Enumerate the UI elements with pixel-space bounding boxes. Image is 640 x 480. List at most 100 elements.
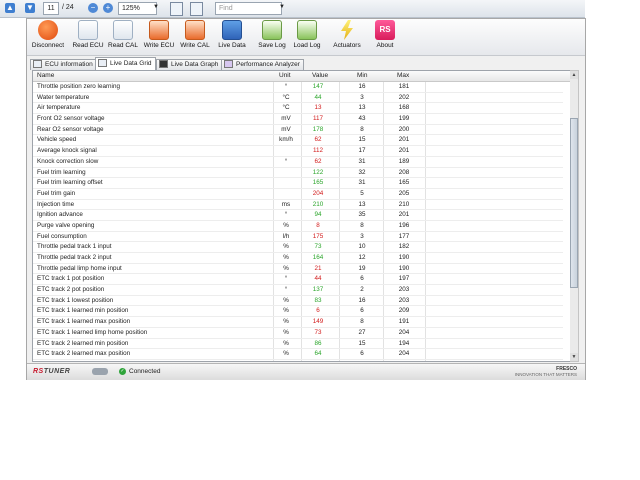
- table-row[interactable]: Air temperature °C 13 13 168: [33, 103, 563, 115]
- cell-value: 86: [314, 339, 322, 347]
- cell-max: 190: [398, 254, 410, 261]
- table-row[interactable]: Vehicle speed km/h 62 15 201: [33, 135, 563, 147]
- cell-unit: ms: [281, 200, 291, 208]
- scroll-up-icon[interactable]: ▲: [570, 71, 578, 79]
- fit-page-icon[interactable]: [170, 2, 183, 16]
- zoom-dropdown-icon[interactable]: ▼: [153, 4, 159, 10]
- table-row[interactable]: ETC track 1 lowest position% 83 16 203: [33, 296, 563, 307]
- write-cal-button[interactable]: Write CAL: [178, 20, 212, 54]
- lightning-icon: [341, 20, 353, 40]
- column-header-value[interactable]: Value: [312, 71, 328, 81]
- cell-min: 8: [360, 125, 364, 133]
- tab-label: Performance Analyzer: [236, 61, 300, 68]
- column-header-max[interactable]: Max: [397, 71, 409, 81]
- table-row[interactable]: Injection time ms 210 13 210: [33, 200, 563, 211]
- cell-name: ETC track 1 learned limp home position: [37, 328, 148, 336]
- table-row[interactable]: Rear O2 sensor voltage mV 178 8 200: [33, 125, 563, 136]
- table-row[interactable]: Water temperature °C 44 3 202: [33, 93, 563, 104]
- cell-min: 13: [358, 200, 366, 208]
- zoom-in-icon[interactable]: +: [103, 3, 113, 13]
- cell-unit: %: [283, 264, 289, 272]
- page-number-input[interactable]: 11: [43, 2, 59, 15]
- scroll-down-icon[interactable]: ▼: [570, 353, 578, 361]
- full-screen-icon[interactable]: [190, 2, 203, 16]
- table-row[interactable]: Throttle position zero learning ° 147 16 181: [33, 82, 563, 93]
- table-row[interactable]: ETC track 2 learned min position% 86 15 194: [33, 339, 563, 350]
- table-row[interactable]: Average knock signal 112 17 201: [33, 146, 563, 157]
- cell-unit: °: [284, 275, 288, 283]
- cell-min: 2: [360, 286, 364, 294]
- cell-name: ETC track 2 learned max position: [37, 350, 131, 358]
- save-log-button[interactable]: Save Log: [256, 20, 288, 54]
- table-row[interactable]: ETC track 2 learned limp home position% 8…: [33, 360, 563, 362]
- cell-unit: °: [284, 157, 288, 165]
- cell-max: 204: [398, 328, 410, 336]
- table-row[interactable]: Fuel trim gain 204 5 205: [33, 189, 563, 200]
- write-ecu-button[interactable]: Write ECU: [142, 20, 176, 54]
- cell-unit: l/h: [282, 232, 290, 240]
- table-row[interactable]: Fuel consumption l/h 175 3 177: [33, 232, 563, 243]
- table-row[interactable]: Knock correction slow ° 62 31 189: [33, 157, 563, 168]
- zoom-select[interactable]: 125%: [118, 2, 157, 15]
- write-cal-label: Write CAL: [180, 42, 210, 49]
- about-button[interactable]: RS About: [371, 20, 399, 54]
- write-ecu-icon: [149, 20, 169, 40]
- live-data-button[interactable]: Live Data: [217, 20, 247, 54]
- tab-live-data-graph[interactable]: Live Data Graph: [156, 59, 223, 70]
- grid-scrollbar[interactable]: ▲ ▼: [570, 70, 579, 362]
- cell-max: 194: [398, 339, 410, 347]
- find-dropdown-icon[interactable]: ▼: [279, 4, 285, 10]
- actuators-button[interactable]: Actuators: [331, 20, 363, 54]
- read-ecu-button[interactable]: Read ECU: [71, 20, 105, 54]
- check-icon: ✓: [119, 368, 126, 375]
- cell-unit: %: [283, 221, 289, 229]
- cell-name: Fuel trim gain: [37, 189, 76, 197]
- table-row[interactable]: ETC track 1 learned limp home position% 7…: [33, 328, 563, 339]
- find-input[interactable]: Find: [215, 2, 282, 15]
- table-row[interactable]: ETC track 1 pot position ° 44 6 197: [33, 274, 563, 286]
- grid-body: Throttle position zero learning ° 147 16 181…: [33, 82, 563, 362]
- arrow-up-icon[interactable]: ▲: [5, 3, 15, 13]
- cell-min: 3: [360, 232, 364, 240]
- cell-value: 147: [312, 83, 324, 90]
- table-row[interactable]: Throttle pedal track 1 input% 73 10 182: [33, 242, 563, 253]
- cell-max: 201: [398, 147, 410, 155]
- cell-value: 73: [314, 328, 322, 336]
- table-row[interactable]: ETC track 1 learned max position% 149 8 191: [33, 317, 563, 328]
- cell-name: ETC track 1 learned max position: [37, 318, 131, 326]
- brand-logo: FRESCO INNOVATION THAT MATTERS: [514, 366, 577, 378]
- load-log-button[interactable]: Load Log: [291, 20, 323, 54]
- column-header-unit[interactable]: Unit: [279, 71, 291, 81]
- cell-value: 112: [312, 147, 324, 155]
- table-row[interactable]: Fuel trim learning offset 165 31 165: [33, 178, 563, 189]
- tab-performance-analyzer[interactable]: Performance Analyzer: [221, 59, 304, 70]
- tab-ecu-information[interactable]: ECU information: [30, 59, 97, 70]
- table-row[interactable]: ETC track 1 learned min position% 6 6 209: [33, 306, 563, 318]
- table-row[interactable]: Ignition advance ° 94 35 201: [33, 210, 563, 221]
- cell-min: 13: [358, 104, 366, 112]
- zoom-out-icon[interactable]: −: [88, 3, 98, 13]
- cell-value: 83: [314, 296, 322, 304]
- column-header-min[interactable]: Min: [357, 71, 367, 81]
- column-header-name[interactable]: Name: [37, 71, 54, 81]
- table-row[interactable]: Purge valve opening% 8 8 196: [33, 221, 563, 232]
- table-row[interactable]: Throttle pedal track 2 input% 164 12 190: [33, 253, 563, 264]
- table-row[interactable]: Throttle pedal limp home input% 21 19 190: [33, 264, 563, 275]
- cell-value: 8: [303, 360, 333, 362]
- cell-max: 199: [398, 115, 410, 123]
- scrollbar-thumb[interactable]: [570, 118, 578, 288]
- grid-icon: [98, 59, 107, 68]
- tab-live-data-grid[interactable]: Live Data Grid: [95, 57, 156, 70]
- table-row[interactable]: ETC track 2 learned max position% 64 6 204: [33, 349, 563, 360]
- table-row[interactable]: Fuel trim learning 122 32 208: [33, 168, 563, 179]
- disconnect-icon: [38, 20, 58, 40]
- cell-name: Water temperature: [37, 93, 90, 101]
- write-cal-icon: [185, 20, 205, 40]
- disconnect-button[interactable]: Disconnect: [31, 20, 65, 54]
- cell-value: 62: [314, 136, 322, 144]
- table-row[interactable]: Front O2 sensor voltage mV 117 43 199: [33, 114, 563, 125]
- arrow-down-icon[interactable]: ▼: [25, 3, 35, 13]
- read-cal-button[interactable]: Read CAL: [107, 20, 139, 54]
- table-row[interactable]: ETC track 2 pot position ° 137 2 203: [33, 285, 563, 296]
- cell-min: 1: [347, 360, 377, 362]
